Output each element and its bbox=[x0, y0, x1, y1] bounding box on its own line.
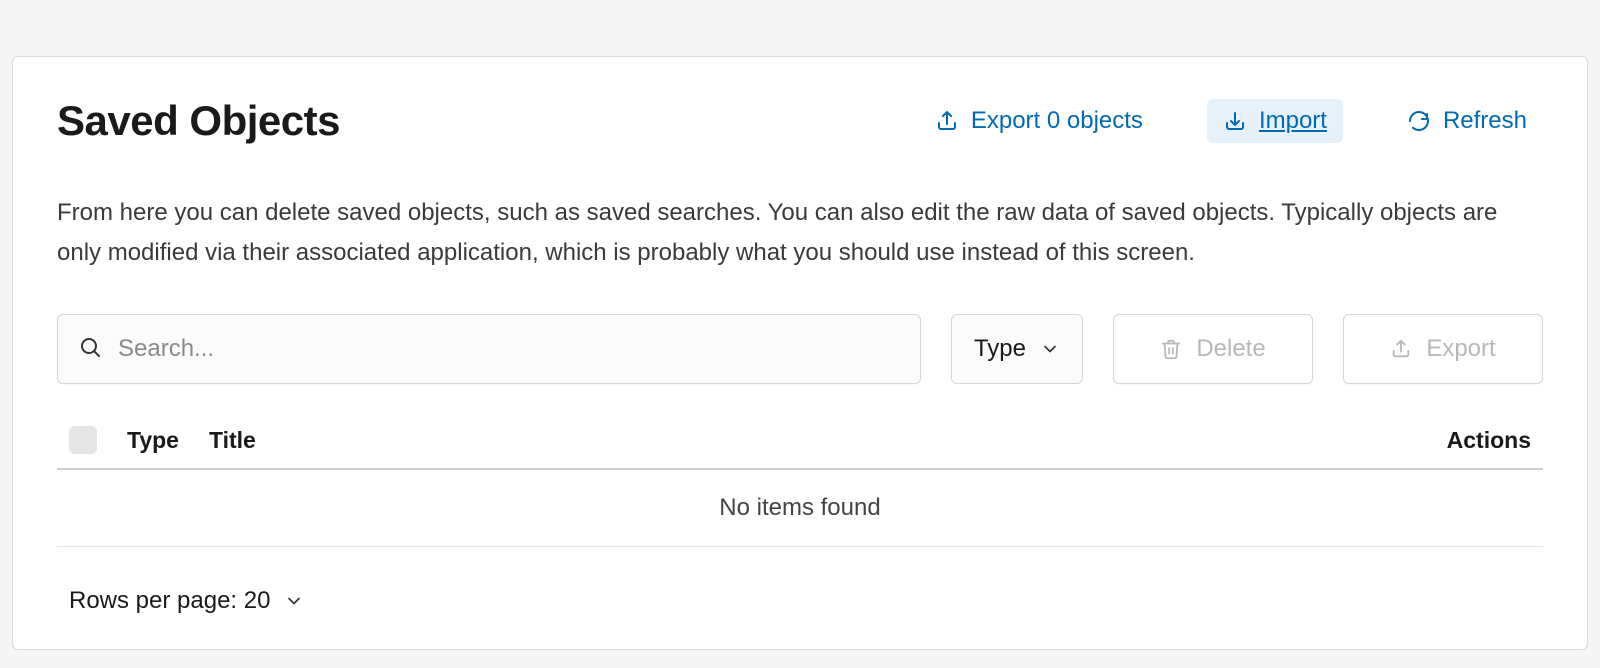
header-actions: Export 0 objects Import bbox=[919, 99, 1543, 143]
delete-label: Delete bbox=[1196, 335, 1265, 363]
refresh-icon bbox=[1407, 109, 1431, 133]
toolbar: Type Delete bbox=[57, 314, 1543, 384]
delete-button[interactable]: Delete bbox=[1113, 314, 1313, 384]
export-icon bbox=[935, 109, 959, 133]
import-label: Import bbox=[1259, 107, 1327, 135]
export-selected-button[interactable]: Export bbox=[1343, 314, 1543, 384]
search-icon bbox=[78, 335, 102, 364]
chevron-down-icon bbox=[284, 591, 304, 611]
refresh-label: Refresh bbox=[1443, 107, 1527, 135]
export-selected-label: Export bbox=[1426, 335, 1495, 363]
import-button[interactable]: Import bbox=[1207, 99, 1343, 143]
rows-per-page-button[interactable]: Rows per page: 20 bbox=[57, 583, 316, 619]
import-icon bbox=[1223, 109, 1247, 133]
page-description: From here you can delete saved objects, … bbox=[57, 193, 1543, 272]
export-icon bbox=[1390, 338, 1412, 360]
export-objects-label: Export 0 objects bbox=[971, 107, 1143, 135]
table-header: Type Title Actions bbox=[57, 420, 1543, 470]
column-header-type: Type bbox=[127, 427, 179, 454]
refresh-button[interactable]: Refresh bbox=[1391, 99, 1543, 143]
table-empty-message: No items found bbox=[57, 470, 1543, 547]
export-objects-button[interactable]: Export 0 objects bbox=[919, 99, 1159, 143]
chevron-down-icon bbox=[1040, 339, 1060, 359]
select-all-checkbox[interactable] bbox=[69, 426, 97, 454]
rows-per-page-label: Rows per page: 20 bbox=[69, 587, 270, 615]
trash-icon bbox=[1160, 338, 1182, 360]
saved-objects-panel: Saved Objects Export 0 objects bbox=[12, 56, 1588, 650]
page-title: Saved Objects bbox=[57, 97, 340, 145]
search-input[interactable] bbox=[102, 335, 900, 363]
column-header-actions: Actions bbox=[1447, 427, 1531, 454]
type-filter-button[interactable]: Type bbox=[951, 314, 1083, 384]
column-header-title: Title bbox=[209, 427, 256, 454]
search-field-wrapper[interactable] bbox=[57, 314, 921, 384]
type-filter-label: Type bbox=[974, 335, 1026, 363]
